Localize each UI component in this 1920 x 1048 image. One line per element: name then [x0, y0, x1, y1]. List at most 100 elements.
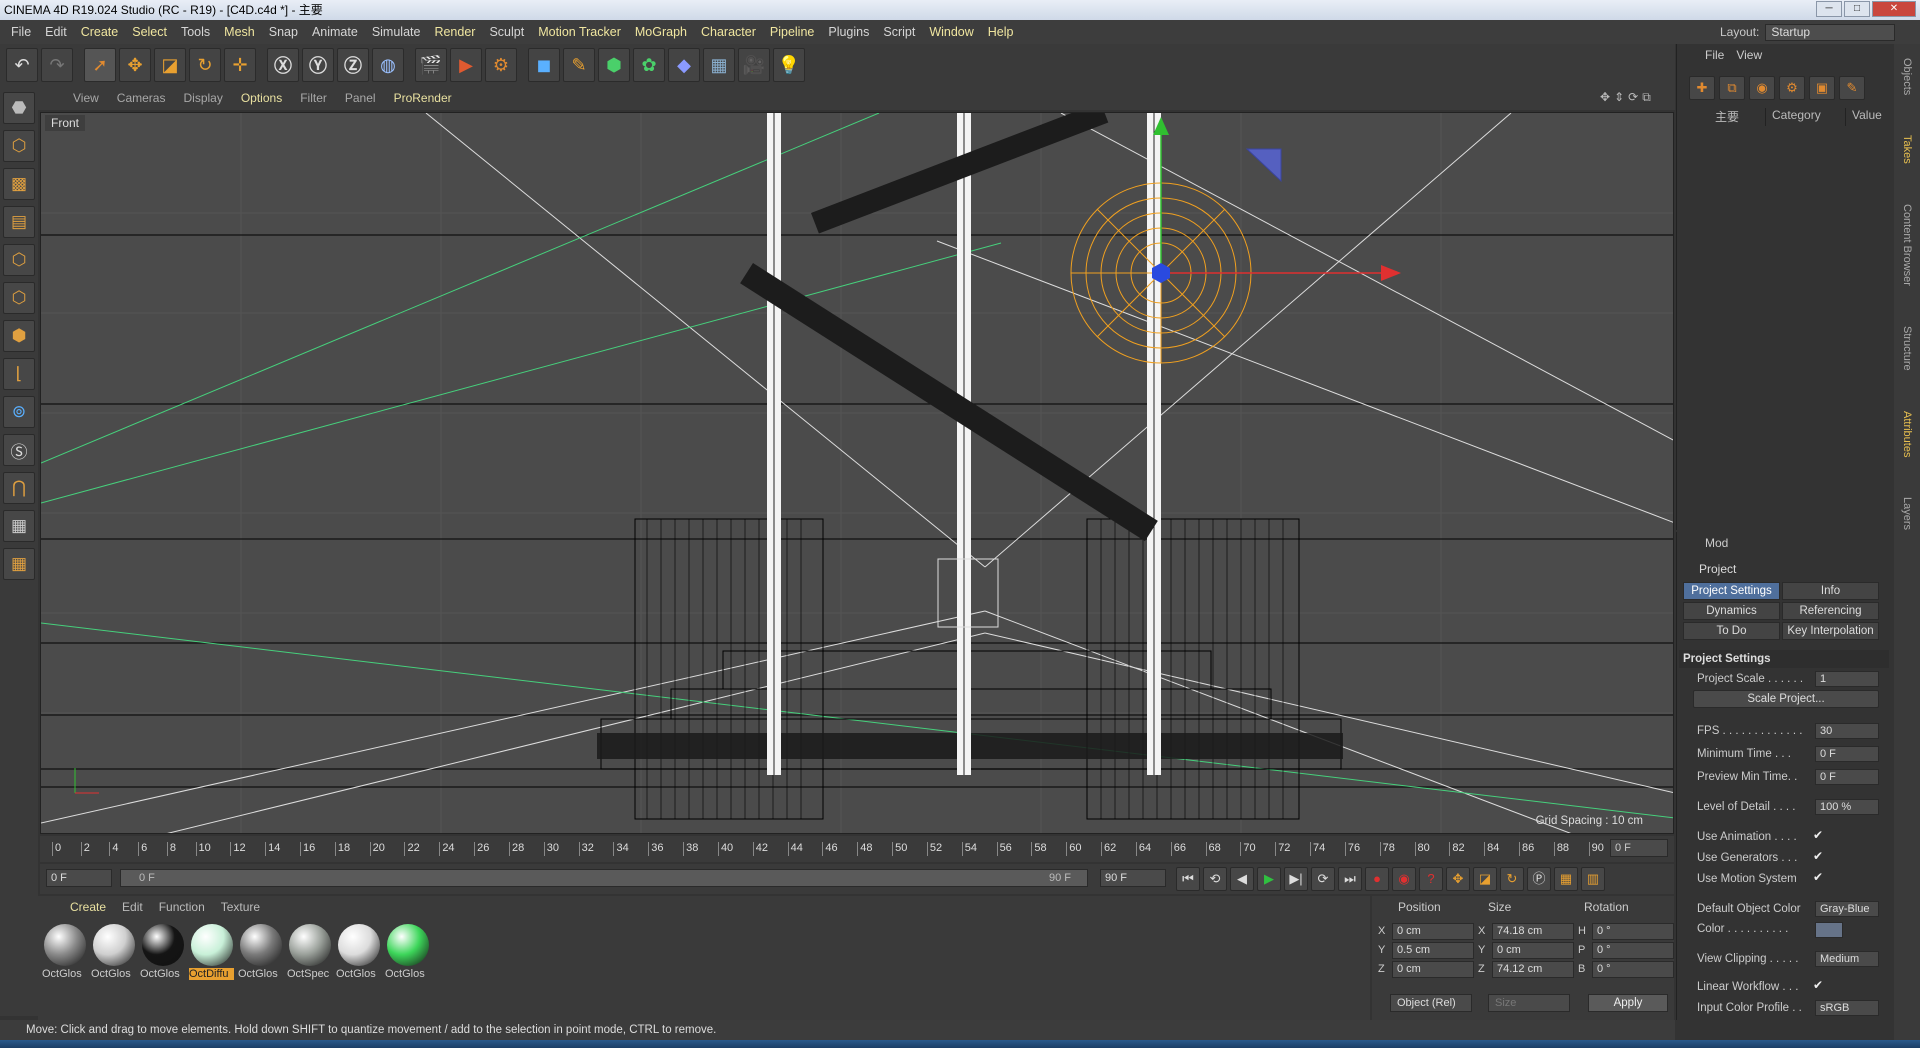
pos-field[interactable]: 0.5 cm	[1392, 941, 1474, 959]
redo-icon[interactable]: ↷	[41, 48, 73, 82]
pan-icon[interactable]: ✥	[1600, 90, 1610, 105]
rot-field[interactable]: 0 °	[1592, 922, 1674, 940]
go-to-start-icon[interactable]: ⏮	[1176, 867, 1200, 891]
orbit-icon[interactable]: ⟳	[1628, 90, 1638, 105]
zoom-icon[interactable]: ⇕	[1614, 90, 1624, 105]
workplane-mode-icon[interactable]: ▤	[3, 206, 35, 238]
menu-select[interactable]: Select	[125, 25, 174, 39]
key-scale-icon[interactable]: ◪	[1473, 867, 1497, 891]
lock-overrides-icon[interactable]: ▣	[1809, 76, 1835, 100]
material-menu-create[interactable]: Create	[62, 900, 114, 914]
world-coordinates-icon[interactable]: ◍	[372, 48, 404, 82]
color-swatch[interactable]	[1815, 922, 1843, 938]
front-viewport[interactable]: Front Grid Spacing : 10 cm	[40, 112, 1674, 834]
menu-window[interactable]: Window	[922, 25, 980, 39]
overrides-group-icon[interactable]: ✎	[1839, 76, 1865, 100]
menu-script[interactable]: Script	[876, 25, 922, 39]
texture-mode-icon[interactable]: ▩	[3, 168, 35, 200]
viewport-menu-options[interactable]: Options	[232, 91, 291, 105]
attribute-menu-mode[interactable]: Mod	[1677, 536, 1728, 550]
minimize-button[interactable]: ─	[1816, 1, 1842, 17]
menu-simulate[interactable]: Simulate	[365, 25, 428, 39]
polygons-mode-icon[interactable]: ⬢	[3, 320, 35, 352]
menu-render[interactable]: Render	[427, 25, 482, 39]
lock-workplane-icon[interactable]: ▦	[3, 510, 35, 542]
tab-objects[interactable]: Objects	[1901, 58, 1913, 95]
tab-project-settings[interactable]: Project Settings	[1683, 582, 1780, 600]
tab-key-interpolation[interactable]: Key Interpolation	[1782, 622, 1879, 640]
pos-field[interactable]: 0 cm	[1392, 960, 1474, 978]
takes-add-icon[interactable]: ✚	[1689, 76, 1715, 100]
z-axis-lock-icon[interactable]: Ⓩ	[337, 48, 369, 82]
menu-pipeline[interactable]: Pipeline	[763, 25, 821, 39]
viewport-menu-prorender[interactable]: ProRender	[385, 91, 461, 105]
view-clipping-dropdown[interactable]: Medium	[1815, 951, 1879, 967]
edges-mode-icon[interactable]: ⬡	[3, 282, 35, 314]
menu-tools[interactable]: Tools	[174, 25, 217, 39]
preview-min-time-field[interactable]: 0 F	[1815, 769, 1879, 785]
render-settings-icon[interactable]: ⚙	[485, 48, 517, 82]
linear-workflow-checkbox[interactable]: ✔	[1813, 978, 1823, 992]
viewport-menu-panel[interactable]: Panel	[336, 91, 385, 105]
default-object-color-dropdown[interactable]: Gray-Blue	[1815, 901, 1879, 917]
model-mode-icon[interactable]: ⬡	[3, 130, 35, 162]
size-field[interactable]: 74.12 cm	[1492, 960, 1574, 978]
render-view-icon[interactable]: 🎬	[415, 48, 447, 82]
autokey-icon[interactable]: ◉	[1392, 867, 1416, 891]
floor-icon[interactable]: ▦	[703, 48, 735, 82]
next-key-icon[interactable]: ⟳	[1311, 867, 1335, 891]
rot-field[interactable]: 0 °	[1592, 941, 1674, 959]
move-icon[interactable]: ✥	[119, 48, 151, 82]
rotate-icon[interactable]: ↻	[189, 48, 221, 82]
size-field[interactable]: 74.18 cm	[1492, 922, 1574, 940]
tab-dynamics[interactable]: Dynamics	[1683, 602, 1780, 620]
material-item[interactable]: OctGlos	[385, 924, 430, 980]
preview-range-slider[interactable]: 0 F 90 F	[120, 869, 1088, 887]
keyframe-selection-icon[interactable]: ?	[1419, 867, 1443, 891]
menu-edit[interactable]: Edit	[38, 25, 74, 39]
viewport-menu-cameras[interactable]: Cameras	[108, 91, 175, 105]
pen-spline-icon[interactable]: ✎	[563, 48, 595, 82]
points-mode-icon[interactable]: ⬡	[3, 244, 35, 276]
pos-field[interactable]: 0 cm	[1392, 922, 1474, 940]
make-editable-icon[interactable]: ⬣	[3, 92, 35, 124]
timeline-current-frame[interactable]: 0 F	[1610, 839, 1668, 857]
material-item[interactable]: OctDiffu	[189, 924, 234, 980]
current-frame-field[interactable]: 0 F	[46, 869, 112, 887]
menu-motion-tracker[interactable]: Motion Tracker	[531, 25, 628, 39]
material-menu-texture[interactable]: Texture	[213, 900, 268, 914]
auto-take-icon[interactable]: ⚙	[1779, 76, 1805, 100]
previous-frame-icon[interactable]: ◀	[1230, 867, 1254, 891]
use-generators-checkbox[interactable]: ✔	[1813, 849, 1823, 863]
cloner-icon[interactable]: ✿	[633, 48, 665, 82]
takes-clone-icon[interactable]: ⧉	[1719, 76, 1745, 100]
size-field[interactable]: 0 cm	[1492, 941, 1574, 959]
viewport-menu-filter[interactable]: Filter	[291, 91, 336, 105]
tab-takes[interactable]: Takes	[1901, 135, 1913, 164]
live-select-icon[interactable]: ➚	[84, 48, 116, 82]
fps-field[interactable]: 30	[1815, 723, 1879, 739]
tweak-mode-icon[interactable]: ⊚	[3, 396, 35, 428]
snap-icon[interactable]: ⋂	[3, 472, 35, 504]
menu-animate[interactable]: Animate	[305, 25, 365, 39]
max-frame-field[interactable]: 90 F	[1100, 869, 1166, 887]
cube-icon[interactable]: ◼	[528, 48, 560, 82]
solo-mode-icon[interactable]: Ⓢ	[3, 434, 35, 466]
light-icon[interactable]: 💡	[773, 48, 805, 82]
planar-workplane-icon[interactable]: ▦	[3, 548, 35, 580]
previous-key-icon[interactable]: ⟲	[1203, 867, 1227, 891]
key-position-icon[interactable]: ✥	[1446, 867, 1470, 891]
timeline-ruler[interactable]: 0 2 4 6 8 10 12 14 16 18 20 22 24 26 28 30 32 34 36 38 40 42 4…	[40, 836, 1674, 862]
render-picture-viewer-icon[interactable]: ▶	[450, 48, 482, 82]
menu-create[interactable]: Create	[74, 25, 126, 39]
tab-content-browser[interactable]: Content Browser	[1901, 204, 1913, 286]
tab-structure[interactable]: Structure	[1901, 326, 1913, 371]
tab-attributes[interactable]: Attributes	[1901, 411, 1913, 457]
material-item[interactable]: OctGlos	[238, 924, 283, 980]
close-button[interactable]: ✕	[1872, 1, 1916, 17]
project-scale-field[interactable]: 1	[1815, 671, 1879, 687]
undo-icon[interactable]: ↶	[6, 48, 38, 82]
object-menu-file[interactable]: File	[1705, 48, 1724, 62]
material-item[interactable]: OctGlos	[336, 924, 381, 980]
material-item[interactable]: OctGlos	[42, 924, 87, 980]
